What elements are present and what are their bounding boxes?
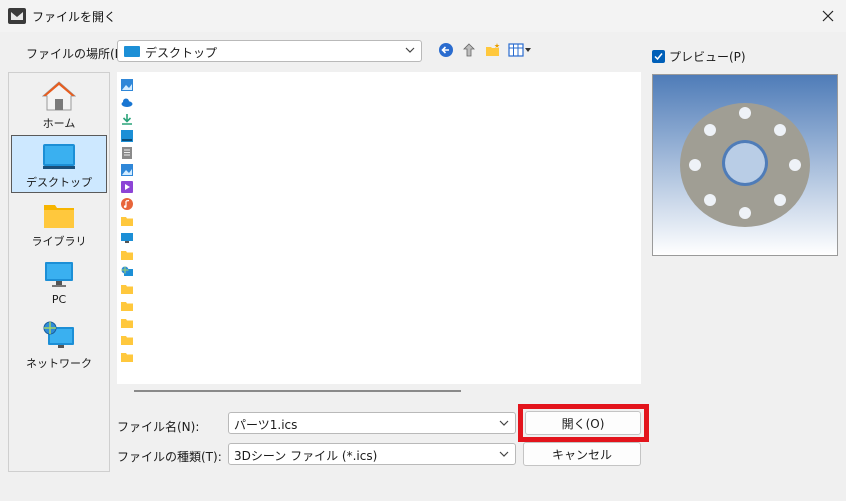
filetype-value: 3Dシーン ファイル (*.ics) (234, 449, 378, 463)
checkbox-checked-icon (652, 50, 665, 63)
desktop-small-icon (121, 130, 133, 142)
onedrive-icon (121, 98, 133, 107)
place-library[interactable]: ライブラリ (11, 195, 107, 253)
preview-pane (652, 74, 838, 256)
preview-checkbox[interactable]: プレビュー(P) (652, 48, 746, 65)
filename-input[interactable]: パーツ1.ics (228, 412, 516, 434)
filename-label: ファイル名(N): (117, 420, 200, 434)
picture-icon (121, 164, 133, 176)
up-folder-icon (463, 43, 475, 57)
chevron-down-icon (499, 420, 509, 426)
app-icon (8, 8, 26, 24)
window-title: ファイルを開く (32, 10, 117, 24)
place-label: PC (51, 293, 67, 306)
folder-icon (121, 353, 133, 362)
filetype-label: ファイルの種類(T): (117, 450, 222, 464)
library-folder-icon (44, 205, 74, 228)
pc-monitor-icon (45, 262, 73, 287)
folder-icon (121, 285, 133, 294)
back-arrow-icon (439, 43, 453, 57)
video-icon (121, 181, 133, 193)
place-pc[interactable]: PC (11, 255, 107, 313)
filename-value: パーツ1.ics (234, 418, 298, 432)
folder-icon (121, 336, 133, 345)
picture-icon (121, 79, 133, 91)
open-button-highlight-box (518, 404, 649, 442)
back-button[interactable] (437, 41, 455, 59)
network-small-icon (121, 266, 133, 276)
folder-icon (121, 319, 133, 328)
file-list[interactable] (117, 72, 641, 384)
folder-icon (121, 217, 133, 226)
place-network[interactable]: ネットワーク (11, 315, 107, 373)
horizontal-scrollbar[interactable] (134, 390, 461, 392)
place-home[interactable]: ホーム (11, 75, 107, 133)
lookin-dropdown[interactable]: デスクトップ (117, 40, 422, 62)
download-icon (122, 114, 132, 125)
new-folder-button[interactable] (484, 41, 502, 59)
chevron-down-icon (405, 47, 415, 53)
new-folder-icon (486, 43, 500, 56)
place-label: デスクトップ (26, 176, 92, 189)
document-icon (122, 147, 132, 159)
folder-icon (121, 302, 133, 311)
flange-preview-image (680, 103, 810, 227)
cancel-button[interactable]: キャンセル (523, 442, 641, 466)
lookin-label: ファイルの場所(I): (26, 47, 127, 61)
pc-small-icon (121, 233, 133, 243)
network-icon (43, 321, 74, 348)
title-bar: ファイルを開く (0, 0, 846, 32)
preview-label: プレビュー(P) (669, 50, 746, 64)
chevron-down-icon (499, 451, 509, 457)
place-label: ホーム (42, 117, 76, 130)
places-bar: ホーム デスクトップ ライブラリ PC ネットワーク (8, 72, 110, 472)
up-folder-button[interactable] (460, 41, 478, 59)
folder-icon (121, 251, 133, 260)
filetype-dropdown[interactable]: 3Dシーン ファイル (*.ics) (228, 443, 516, 465)
desktop-folder-icon (124, 46, 140, 57)
close-icon (822, 10, 834, 22)
close-button[interactable] (810, 0, 846, 32)
desktop-icon (43, 144, 75, 169)
place-label: ネットワーク (26, 357, 92, 370)
music-icon (121, 198, 133, 210)
home-icon (42, 81, 76, 111)
place-desktop[interactable]: デスクトップ (11, 135, 107, 193)
view-grid-icon (508, 43, 531, 57)
lookin-value: デスクトップ (145, 46, 218, 60)
place-label: ライブラリ (31, 235, 87, 248)
view-menu-button[interactable] (508, 41, 532, 59)
